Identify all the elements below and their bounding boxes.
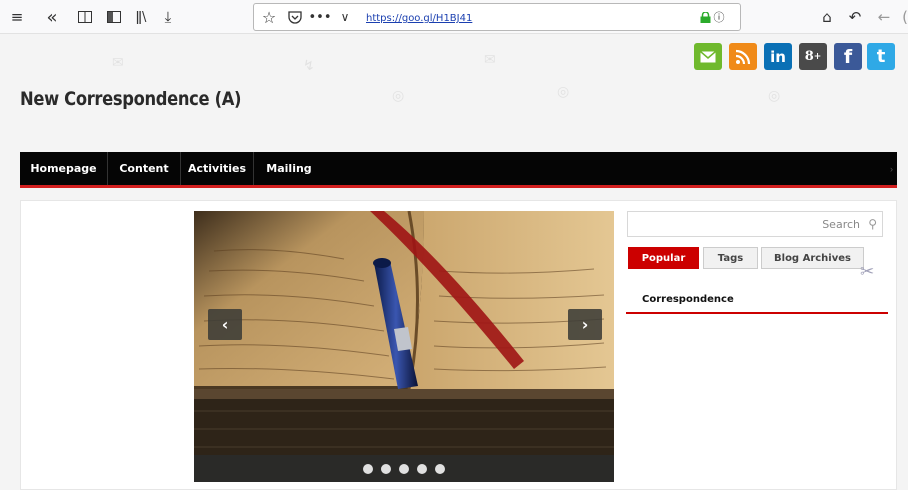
- reader-icon[interactable]: [75, 7, 95, 27]
- slider-dot[interactable]: [381, 463, 391, 474]
- nav-item-homepage[interactable]: Homepage: [20, 152, 108, 185]
- home-icon[interactable]: ⌂: [817, 7, 837, 27]
- slider-dot[interactable]: [417, 463, 427, 474]
- slider-dot[interactable]: [435, 463, 445, 474]
- more-icon[interactable]: •••: [309, 7, 332, 27]
- search-input[interactable]: Search ⚲: [627, 211, 883, 237]
- tab-blog-archives[interactable]: Blog Archives: [761, 247, 864, 269]
- search-placeholder: Search: [822, 218, 860, 231]
- slider-prev-button[interactable]: ‹: [208, 309, 242, 340]
- email-icon[interactable]: [694, 43, 722, 70]
- info-icon[interactable]: ⓘ: [712, 7, 726, 27]
- library-icon[interactable]: ǁ\: [131, 7, 151, 27]
- nav-item-mailing[interactable]: Mailing: [254, 152, 324, 185]
- main-nav: Homepage Content Activities Mailing ›: [20, 152, 897, 188]
- watermark-spark-icon: ↯: [303, 58, 315, 74]
- nav-item-activities[interactable]: Activities: [181, 152, 254, 185]
- tab-tags[interactable]: Tags: [703, 247, 758, 269]
- slider-next-button[interactable]: ›: [568, 309, 602, 340]
- sidebar-icon[interactable]: [104, 7, 124, 27]
- list-item-correspondence[interactable]: Correspondence: [642, 294, 734, 305]
- watermark-envelope-icon: ✉: [112, 55, 124, 71]
- search-icon[interactable]: ⚲: [868, 217, 877, 231]
- divider: [626, 312, 888, 314]
- site-title[interactable]: New Correspondence (A): [20, 88, 241, 110]
- forward-icon[interactable]: (: [899, 7, 908, 27]
- watermark-ring-icon: ◎: [768, 88, 781, 104]
- pocket-icon[interactable]: [286, 7, 304, 27]
- slider-dot[interactable]: [363, 463, 373, 474]
- menu-icon[interactable]: ≡: [8, 7, 26, 27]
- url-bar[interactable]: ☆ ••• ∨ https://goo.gl/H1BJ41 ⓘ: [253, 3, 741, 31]
- star-icon[interactable]: ☆: [260, 7, 278, 27]
- url-text[interactable]: https://goo.gl/H1BJ41: [366, 13, 472, 24]
- back-double-icon[interactable]: «: [42, 7, 62, 28]
- undo-icon[interactable]: ↶: [845, 7, 865, 27]
- lock-icon[interactable]: [698, 7, 712, 27]
- tab-popular[interactable]: Popular: [628, 247, 699, 269]
- rss-icon[interactable]: [729, 43, 757, 70]
- linkedin-icon[interactable]: in: [764, 43, 792, 70]
- download-icon[interactable]: ⤓: [158, 7, 178, 27]
- nav-scroll-icon[interactable]: ›: [890, 164, 893, 174]
- scissors-icon: ✂: [860, 262, 875, 282]
- watermark-ring-icon: ◎: [557, 84, 570, 100]
- watermark-ring-icon: ◎: [392, 88, 405, 104]
- slide-image-pen-on-book: [194, 211, 614, 482]
- google-plus-icon[interactable]: 8 +: [799, 43, 827, 70]
- slider-pagination: [194, 455, 614, 482]
- image-slider[interactable]: [194, 211, 614, 482]
- watermark-envelope-icon: ✉: [484, 52, 496, 68]
- twitter-icon[interactable]: t: [867, 43, 895, 70]
- slider-dot[interactable]: [399, 463, 409, 474]
- facebook-icon[interactable]: f: [834, 43, 862, 70]
- back-icon[interactable]: ←: [874, 7, 894, 27]
- browser-toolbar: ≡ « ǁ\ ⤓ ☆ ••• ∨ https://goo.gl/H1BJ41 ⓘ…: [0, 0, 908, 34]
- nav-item-content[interactable]: Content: [108, 152, 181, 185]
- chevron-down-icon[interactable]: ∨: [337, 7, 353, 27]
